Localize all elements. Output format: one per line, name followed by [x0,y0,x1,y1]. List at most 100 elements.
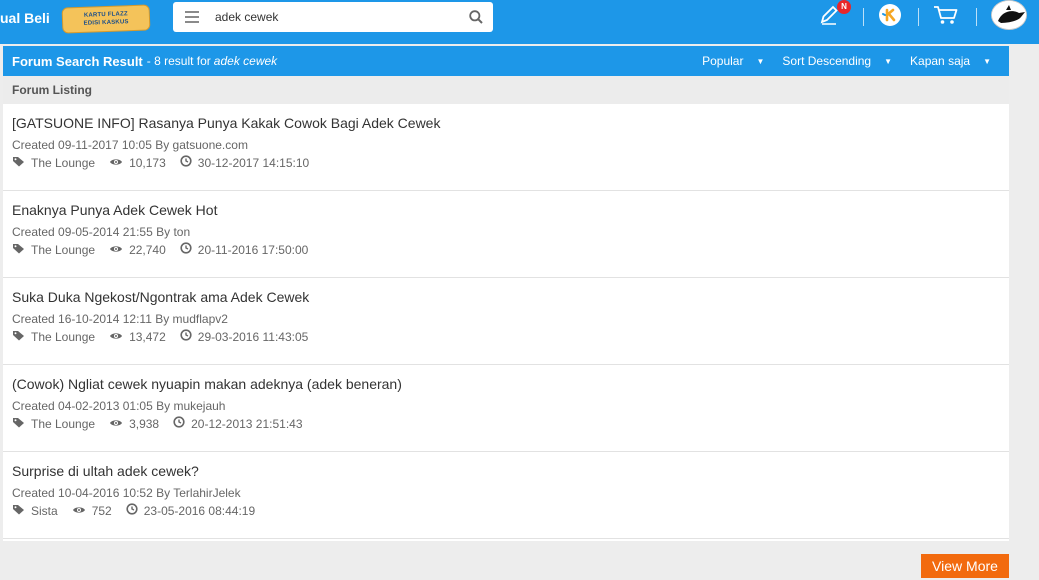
view-count: 3,938 [129,416,160,431]
forum-name-link[interactable]: The Lounge [31,156,95,170]
thread-stats: The Lounge 13,472 29-03-2016 11:43:05 [12,329,1000,344]
views-stat: 3,938 [109,417,159,431]
eye-icon [109,156,129,170]
thread-title-link[interactable]: [GATSUONE INFO] Rasanya Punya Kakak Cowo… [12,115,1000,131]
notification-badge: N [837,0,851,14]
user-avatar[interactable] [991,0,1027,30]
thread-row: (Cowok) Ngliat cewek nyuapin makan adekn… [3,365,1009,452]
kartu-flazz-promo-banner[interactable]: KARTU FLAZZ EDISI KASKUS [61,4,151,34]
dropdown-label: Popular [702,54,744,68]
result-prefix: - 8 result for [146,54,211,68]
forum-stat: The Lounge [12,330,95,344]
eye-icon [109,417,129,431]
panel-title: Forum Search Result [12,53,143,69]
last-post-stat: 29-03-2016 11:43:05 [180,329,309,344]
dropdown-label: Kapan saja [910,54,971,68]
clock-icon [180,242,198,257]
thread-row: Enaknya Punya Adek Cewek Hot Created 09-0… [3,191,1009,278]
views-stat: 22,740 [109,243,166,257]
thread-created: Created 04-02-2013 01:05 By mukejauh [12,399,226,413]
thread-title-link[interactable]: (Cowok) Ngliat cewek nyuapin makan adekn… [12,376,1000,392]
views-stat: 13,472 [109,330,166,344]
forum-stat: The Lounge [12,417,95,431]
clock-icon [180,329,198,344]
thread-title-link[interactable]: Surprise di ultah adek cewek? [12,463,1000,479]
tag-icon [12,330,31,344]
time-dropdown[interactable]: Kapan saja ▼ [901,54,1000,68]
cart-icon[interactable] [933,4,959,31]
thread-row: Suka Duka Ngekost/Ngontrak ama Adek Cewe… [3,278,1009,365]
last-post-stat: 20-12-2013 21:51:43 [173,416,303,431]
tag-icon [12,504,31,518]
tag-icon [12,417,31,431]
forum-name-link[interactable]: The Lounge [31,243,95,257]
forum-stat: Sista [12,504,58,518]
tag-icon [12,156,31,170]
last-post-time: 29-03-2016 11:43:05 [197,329,309,344]
eye-icon [109,243,129,257]
thread-stats: The Lounge 22,740 20-11-2016 17:50:00 [12,242,1000,257]
thread-created: Created 16-10-2014 12:11 By mudflapv2 [12,312,228,326]
popular-dropdown[interactable]: Popular ▼ [693,54,773,68]
last-post-time: 20-12-2013 21:51:43 [191,416,303,431]
eye-icon [109,330,129,344]
thread-created: Created 09-05-2014 21:55 By ton [12,225,191,239]
search-result-panel: Forum Search Result - 8 result for adek c… [3,46,1009,541]
thread-title-link[interactable]: Enaknya Punya Adek Cewek Hot [12,202,1000,218]
sort-dropdown[interactable]: Sort Descending ▼ [773,54,901,68]
search-input[interactable] [215,10,455,24]
clock-icon [126,503,144,518]
divider [976,8,977,26]
search-bar [173,2,493,32]
view-more-button[interactable]: View More [921,554,1009,578]
forum-stat: The Lounge [12,243,95,257]
thread-created: Created 10-04-2016 10:52 By TerlahirJele… [12,486,241,500]
forum-name-link[interactable]: Sista [31,504,58,518]
thread-stats: The Lounge 3,938 20-12-2013 21:51:43 [12,416,1000,431]
last-post-time: 23-05-2016 08:44:19 [143,503,256,518]
panel-header: Forum Search Result - 8 result for adek c… [3,46,1009,76]
caret-down-icon: ▼ [884,56,893,66]
jual-beli-link[interactable]: ual Beli [0,10,50,26]
thread-row: [GATSUONE INFO] Rasanya Punya Kakak Cowo… [3,104,1009,191]
clock-icon [180,155,198,170]
thread-stats: Sista 752 23-05-2016 08:44:19 [12,503,1000,518]
last-post-time: 20-11-2016 17:50:00 [197,242,309,257]
last-post-stat: 20-11-2016 17:50:00 [180,242,309,257]
result-count: - 8 result for adek cewek [147,54,277,68]
dropdown-label: Sort Descending [782,54,872,68]
thread-list: [GATSUONE INFO] Rasanya Punya Kakak Cowo… [3,104,1009,539]
eye-icon [72,504,92,518]
view-count: 10,173 [129,155,166,170]
view-count: 752 [91,503,112,518]
top-navigation-bar: ual Beli KARTU FLAZZ EDISI KASKUS N [0,0,1039,44]
thread-title-link[interactable]: Suka Duka Ngekost/Ngontrak ama Adek Cewe… [12,289,1000,305]
divider [863,8,864,26]
last-post-stat: 23-05-2016 08:44:19 [126,503,255,518]
divider [918,8,919,26]
forum-name-link[interactable]: The Lounge [31,330,95,344]
caret-down-icon: ▼ [983,56,991,66]
pencil-icon[interactable] [819,4,839,31]
result-query: adek cewek [213,54,278,68]
view-count: 13,472 [129,329,166,344]
last-post-time: 30-12-2017 14:15:10 [197,155,310,170]
thread-row: Surprise di ultah adek cewek? Created 10-… [3,452,1009,539]
views-stat: 752 [72,504,112,518]
tag-icon [12,243,31,257]
caret-down-icon: ▼ [756,56,765,66]
menu-icon[interactable] [185,11,199,23]
forum-listing-heading: Forum Listing [3,76,1009,104]
thread-stats: The Lounge 10,173 30-12-2017 14:15:10 [12,155,1000,170]
views-stat: 10,173 [109,156,166,170]
forum-stat: The Lounge [12,156,95,170]
view-count: 22,740 [129,242,166,257]
promo-line-2: EDISI KASKUS [83,19,129,27]
last-post-stat: 30-12-2017 14:15:10 [180,155,309,170]
forum-name-link[interactable]: The Lounge [31,417,95,431]
clock-icon [173,416,191,431]
search-icon[interactable] [469,10,483,29]
kaskus-k-icon[interactable] [878,3,902,32]
thread-created: Created 09-11-2017 10:05 By gatsuone.com [12,138,248,152]
filter-dropdowns: Popular ▼ Sort Descending ▼ Kapan saja ▼ [693,54,1000,68]
